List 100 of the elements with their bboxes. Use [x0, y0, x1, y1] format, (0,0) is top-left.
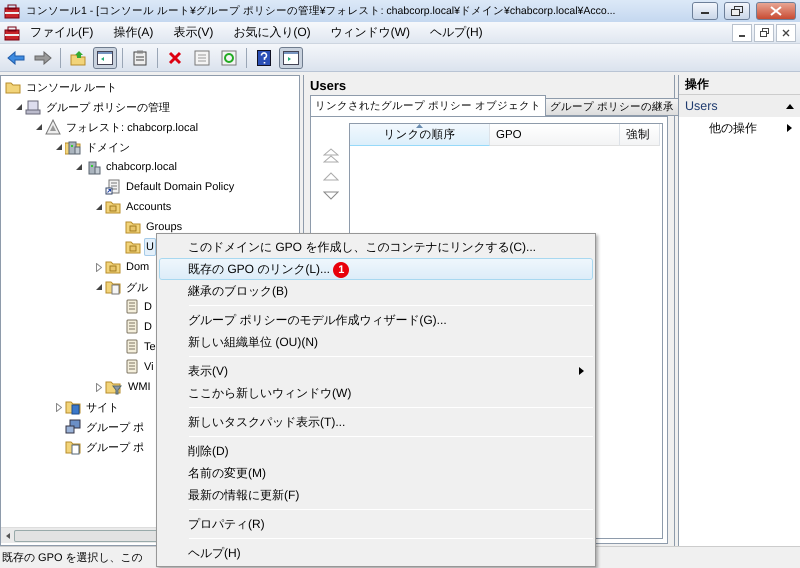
- context-menu-item[interactable]: 継承のブロック(B): [159, 280, 593, 302]
- context-menu-item[interactable]: 新しい組織単位 (OU)(N): [159, 331, 593, 353]
- triangle-icon: [45, 119, 61, 135]
- expanded-arrow-icon[interactable]: [16, 104, 22, 110]
- restore-button[interactable]: [724, 2, 750, 20]
- column-header[interactable]: GPO: [490, 124, 620, 146]
- context-menu-item[interactable]: 既存の GPO のリンク(L)... 1: [159, 258, 593, 280]
- menu-item-label: グループ ポリシーのモデル作成ウィザード(G)...: [188, 312, 448, 328]
- minimize-button[interactable]: [732, 24, 752, 42]
- menu-item[interactable]: ウィンドウ(W): [320, 22, 420, 42]
- tree-item[interactable]: グループ ポ: [84, 438, 146, 456]
- folder-icon: [105, 200, 121, 214]
- tree-item[interactable]: ドメイン: [84, 138, 132, 156]
- context-menu-item[interactable]: 名前の変更(M): [159, 462, 593, 484]
- window-title: コンソール1 - [コンソール ルート¥グループ ポリシーの管理¥フォレスト: chabcorp.local¥ドメイン¥chabcorp.local¥Acco...: [26, 4, 616, 18]
- expanded-arrow-icon[interactable]: [96, 284, 102, 290]
- folder-document-icon: [105, 279, 121, 295]
- close-button[interactable]: [776, 24, 796, 42]
- close-icon: [782, 28, 790, 36]
- clipboard-icon: [133, 50, 147, 66]
- action-pane-icon: [283, 50, 299, 64]
- move-down-icon[interactable]: [323, 190, 339, 200]
- menu-item[interactable]: 操作(A): [103, 22, 164, 42]
- expanded-arrow-icon[interactable]: [76, 164, 82, 170]
- menu-item-label: このドメインに GPO を作成し、このコンテナにリンクする(C)...: [188, 238, 537, 256]
- menu-item-label: 最新の情報に更新(F): [188, 486, 300, 504]
- menu-item[interactable]: お気に入り(O): [223, 22, 321, 42]
- actions-title: 操作: [679, 75, 800, 95]
- tree-item[interactable]: Dom: [124, 258, 152, 276]
- scroll-icon: [125, 339, 139, 355]
- menu-item[interactable]: ヘルプ(H): [420, 22, 493, 42]
- context-menu-item[interactable]: 新しいタスクパッド表示(T)...: [159, 411, 593, 433]
- help-icon: [257, 50, 271, 66]
- folder-icon: [105, 260, 121, 274]
- menu-item[interactable]: ファイル(F): [20, 22, 104, 42]
- tree-item[interactable]: Vi: [142, 358, 156, 376]
- building-icon: [65, 139, 81, 155]
- menu-item-label: 名前の変更(M): [188, 464, 267, 482]
- tab[interactable]: グループ ポリシーの継承: [544, 98, 679, 116]
- scroll-icon: [125, 319, 139, 335]
- actions-section[interactable]: Users: [679, 95, 800, 117]
- back-arrow-icon: [7, 50, 25, 64]
- column-header[interactable]: リンクの順序: [350, 124, 490, 146]
- restore-icon: [760, 28, 768, 37]
- context-menu-item[interactable]: 削除(D): [159, 440, 593, 462]
- tree-pane-icon: [97, 50, 113, 64]
- folder-icon: [5, 80, 21, 94]
- expanded-arrow-icon[interactable]: [36, 124, 42, 130]
- menu-item[interactable]: 表示(V): [163, 22, 224, 42]
- toolbar-button[interactable]: [93, 46, 117, 68]
- collapsed-arrow-icon[interactable]: [96, 382, 102, 392]
- tree-item[interactable]: フォレスト: chabcorp.local: [64, 118, 200, 136]
- context-menu-item[interactable]: 最新の情報に更新(F): [159, 484, 593, 506]
- pane-title: Users: [310, 76, 348, 94]
- tree-item[interactable]: サイト: [84, 398, 121, 416]
- collapsed-arrow-icon[interactable]: [96, 262, 102, 272]
- expanded-arrow-icon[interactable]: [96, 204, 102, 210]
- folder-icon: [125, 220, 141, 234]
- properties-icon: [194, 50, 210, 66]
- collapsed-arrow-icon[interactable]: [56, 402, 62, 412]
- tab[interactable]: リンクされたグループ ポリシー オブジェクト: [310, 95, 546, 116]
- folder-up-icon: [70, 50, 86, 66]
- context-menu-item[interactable]: グループ ポリシーのモデル作成ウィザード(G)...: [159, 309, 593, 331]
- action-item[interactable]: 他の操作: [679, 117, 800, 139]
- tree-item[interactable]: Te: [142, 338, 158, 356]
- tree-item[interactable]: グループ ポ: [84, 418, 146, 436]
- context-menu-item[interactable]: ここから新しいウィンドウ(W): [159, 382, 593, 404]
- restore-button[interactable]: [754, 24, 774, 42]
- collapse-arrow-icon: [786, 104, 794, 108]
- restore-icon: [731, 6, 743, 16]
- menu-item-label: 表示(V): [188, 362, 229, 380]
- tree-item[interactable]: Accounts: [124, 198, 174, 216]
- tree-item[interactable]: Groups: [144, 218, 184, 236]
- tree-item[interactable]: グループ ポリシーの管理: [44, 98, 172, 116]
- column-header[interactable]: 強制: [620, 124, 660, 146]
- tree-item[interactable]: WMI: [126, 378, 153, 396]
- tree-item[interactable]: D: [142, 318, 154, 336]
- context-menu-item[interactable]: 表示(V): [159, 360, 593, 382]
- callout-badge: 1: [333, 262, 350, 278]
- minimize-button[interactable]: [692, 2, 718, 20]
- toolbar-button[interactable]: [279, 46, 303, 68]
- menu-item-label: 新しい組織単位 (OU)(N): [188, 334, 319, 350]
- forward-arrow-icon: [34, 50, 52, 64]
- tree-item[interactable]: Default Domain Policy: [124, 178, 236, 196]
- folder-document-icon: [65, 439, 81, 455]
- context-menu-item[interactable]: プロパティ(R): [159, 513, 593, 535]
- close-button[interactable]: [756, 2, 796, 20]
- context-menu-item[interactable]: このドメインに GPO を作成し、このコンテナにリンクする(C)...: [159, 236, 593, 258]
- tree-item[interactable]: D: [142, 298, 154, 316]
- delete-x-icon: [168, 50, 182, 64]
- expanded-arrow-icon[interactable]: [56, 144, 62, 150]
- folder-icon: [125, 240, 141, 254]
- tree-item[interactable]: グル: [124, 278, 150, 296]
- sort-up-icon: [416, 124, 423, 128]
- tree-item[interactable]: コンソール ルート: [24, 78, 120, 96]
- tree-item[interactable]: U: [144, 238, 156, 256]
- tree-item[interactable]: chabcorp.local: [104, 158, 179, 176]
- close-icon: [770, 6, 782, 16]
- scroll-icon: [125, 359, 139, 375]
- menu-item-label: 新しいタスクパッド表示(T)...: [188, 414, 346, 430]
